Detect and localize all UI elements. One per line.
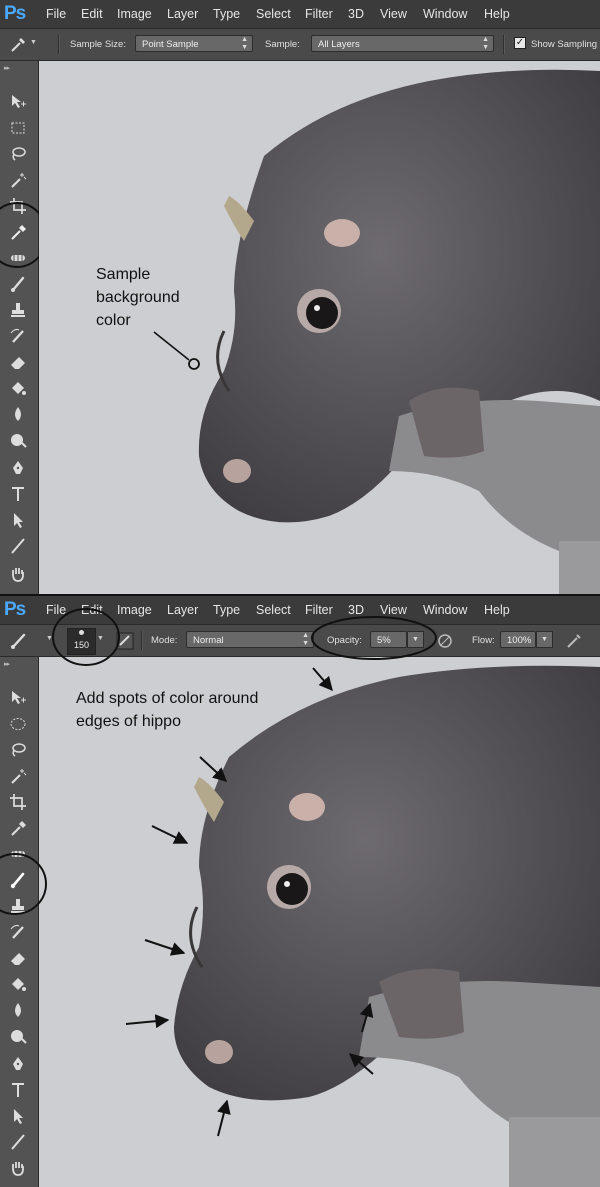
photoshop-logo: Ps: [4, 3, 26, 24]
arrow-icon: [151, 825, 189, 844]
type-icon[interactable]: [9, 485, 27, 503]
tools-panel: ▸▸: [0, 61, 39, 594]
move-icon[interactable]: [9, 93, 27, 111]
sample-size-select[interactable]: Point Sample ▲ ▼: [135, 35, 253, 52]
annotation-line-2: background: [96, 289, 180, 306]
sample-size-value: Point Sample: [142, 39, 199, 50]
opacity-highlight: [311, 616, 437, 660]
annotation-line-1: Sample: [96, 266, 151, 283]
brush-tool-highlight: [0, 853, 47, 915]
menu-help[interactable]: Help: [484, 7, 510, 21]
pointer-line: [153, 331, 200, 370]
menu-bar: Ps File Edit Image Layer Type Select Fil…: [0, 0, 600, 29]
arrow-icon: [312, 667, 333, 692]
dodge-icon[interactable]: [9, 431, 27, 449]
eraser-icon[interactable]: [9, 353, 27, 371]
arrow-icon: [125, 1014, 170, 1029]
menu-file[interactable]: File: [46, 7, 66, 21]
updown-arrows-icon: ▲ ▼: [482, 36, 489, 51]
show-sampling-checkbox[interactable]: ✓: [514, 37, 526, 49]
highlight-overlay: [0, 608, 437, 1137]
arrow-icon: [144, 939, 186, 956]
lasso-icon[interactable]: [9, 145, 27, 163]
screenshot-eyedropper: Ps File Edit Image Layer Type Select Fil…: [0, 0, 600, 594]
updown-arrows-icon: ▲ ▼: [241, 36, 248, 51]
blur-icon[interactable]: [9, 405, 27, 423]
menu-edit[interactable]: Edit: [81, 7, 103, 21]
sample-select[interactable]: All Layers ▲ ▼: [311, 35, 494, 52]
eyedropper-icon[interactable]: [8, 35, 28, 55]
path-select-icon[interactable]: [9, 511, 27, 529]
options-bar: ▼ Sample Size: Point Sample ▲ ▼ Sample: A…: [0, 29, 600, 61]
menu-type[interactable]: Type: [213, 7, 240, 21]
sample-value: All Layers: [318, 39, 360, 50]
screenshot-brush: Ps File Edit Image Layer Type Select Fil…: [0, 596, 600, 1187]
show-sampling-label: Show Sampling: [531, 39, 598, 50]
menu-select[interactable]: Select: [256, 7, 291, 21]
brush-size-highlight: [52, 608, 120, 666]
menu-filter[interactable]: Filter: [305, 7, 333, 21]
tool-preset-arrow-icon[interactable]: ▼: [30, 39, 37, 46]
hand-icon[interactable]: [9, 565, 27, 583]
paint-bucket-icon[interactable]: [9, 379, 27, 397]
arrow-icon: [217, 1099, 231, 1137]
annotation-text: Sample background color: [96, 263, 180, 332]
menu-3d[interactable]: 3D: [348, 7, 364, 21]
menu-window[interactable]: Window: [423, 7, 467, 21]
divider: [503, 35, 505, 54]
brush-icon[interactable]: [9, 275, 27, 293]
sample-label: Sample:: [265, 39, 300, 50]
line-icon[interactable]: [9, 537, 27, 555]
stamp-icon[interactable]: [9, 301, 27, 319]
history-brush-icon[interactable]: [9, 327, 27, 345]
arrow-icon: [359, 1002, 374, 1033]
menu-image[interactable]: Image: [117, 7, 152, 21]
pen-icon[interactable]: [9, 459, 27, 477]
arrow-icon: [348, 1053, 374, 1075]
panel-grip-icon[interactable]: ▸▸: [4, 64, 10, 72]
arrow-icon: [199, 756, 228, 782]
menu-view[interactable]: View: [380, 7, 407, 21]
menu-layer[interactable]: Layer: [167, 7, 198, 21]
marquee-icon[interactable]: [9, 119, 27, 137]
sample-size-label: Sample Size:: [70, 39, 126, 50]
divider: [58, 35, 60, 54]
